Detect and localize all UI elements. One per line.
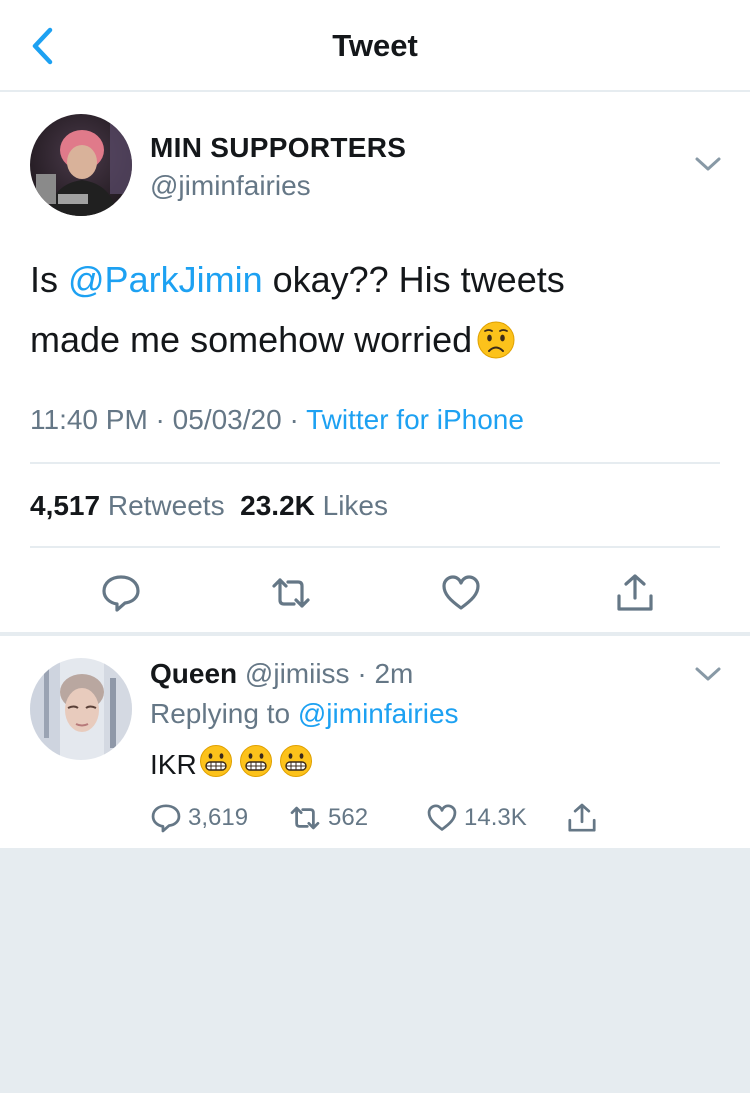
- top-nav-bar: Tweet: [0, 0, 750, 92]
- tweet-text-segment: Is: [30, 259, 69, 300]
- tweet-detail-screen: Tweet MIN SUPPORTERS @jiminfairies Is @P…: [0, 0, 750, 1093]
- retweets-stat[interactable]: 4,517 Retweets: [30, 490, 225, 521]
- tweet-source-link[interactable]: Twitter for iPhone: [306, 404, 524, 435]
- divider: [30, 462, 720, 464]
- grimacing-face-emoji: [199, 744, 233, 785]
- mention-link[interactable]: @jiminfairies: [298, 698, 459, 729]
- meta-separator: ·: [349, 658, 375, 689]
- share-button[interactable]: [614, 572, 656, 614]
- reply-count: 3,619: [188, 804, 249, 831]
- retweet-icon: [290, 806, 320, 830]
- more-options-button[interactable]: [692, 152, 724, 176]
- chevron-down-icon: [695, 157, 721, 171]
- avatar-photo: [30, 114, 132, 216]
- reply-header: Queen @jimiiss · 2m: [150, 658, 413, 690]
- avatar-photo: [30, 658, 132, 760]
- reply-actions: 3,619 562 14.3K: [0, 802, 750, 838]
- page-title: Tweet: [332, 28, 418, 63]
- reply-share-button[interactable]: [566, 802, 598, 834]
- likes-count: 23.2K: [240, 490, 315, 521]
- reply-tweet[interactable]: Queen @jimiiss · 2m Replying to @jiminfa…: [0, 636, 750, 850]
- divider: [30, 546, 720, 548]
- like-icon: [427, 804, 457, 831]
- replying-to: Replying to @jiminfairies: [150, 698, 459, 730]
- main-tweet: MIN SUPPORTERS @jiminfairies Is @ParkJim…: [0, 92, 750, 634]
- like-button[interactable]: [440, 572, 482, 614]
- worried-face-emoji: [476, 318, 516, 378]
- tweet-meta: 11:40 PM · 05/03/20 · Twitter for iPhone: [30, 404, 524, 436]
- reply-handle[interactable]: @jimiiss: [245, 658, 350, 689]
- share-icon: [568, 803, 596, 832]
- reply-button[interactable]: [100, 572, 142, 614]
- retweets-count: 4,517: [30, 490, 101, 521]
- likes-stat[interactable]: 23.2K Likes: [240, 490, 388, 521]
- user-handle[interactable]: @jiminfairies: [150, 170, 311, 202]
- tweet-text-segment: okay?? His tweets: [262, 259, 565, 300]
- avatar[interactable]: [30, 114, 132, 216]
- retweet-count: 562: [328, 804, 369, 831]
- reply-display-name[interactable]: Queen: [150, 658, 237, 689]
- reply-icon: [151, 804, 181, 833]
- replying-prefix: Replying to: [150, 698, 298, 729]
- reply-like-button[interactable]: 14.3K: [426, 802, 527, 834]
- reply-reply-button[interactable]: 3,619: [150, 802, 248, 834]
- reply-retweet-button[interactable]: 562: [288, 802, 368, 834]
- reply-icon: [102, 575, 140, 612]
- mention-link[interactable]: @ParkJimin: [68, 259, 263, 300]
- tweet-date: 05/03/20: [172, 404, 282, 435]
- display-name[interactable]: MIN SUPPORTERS: [150, 132, 406, 164]
- avatar[interactable]: [30, 658, 132, 760]
- reply-time: 2m: [374, 658, 414, 689]
- likes-label: Likes: [322, 490, 389, 521]
- tweet-text-segment: made me somehow worried: [30, 319, 473, 360]
- tweet-stats: 4,517 Retweets 23.2K Likes: [30, 490, 388, 522]
- like-count: 14.3K: [464, 804, 527, 831]
- tweet-time: 11:40 PM: [30, 404, 148, 435]
- grimacing-face-emoji: [279, 744, 313, 785]
- reply-text: IKR: [150, 744, 313, 785]
- grimacing-face-emoji: [239, 744, 273, 785]
- chevron-down-icon: [695, 667, 721, 681]
- retweet-button[interactable]: [270, 572, 312, 614]
- meta-separator: ·: [147, 404, 173, 435]
- share-icon: [617, 574, 653, 611]
- retweet-icon: [272, 578, 310, 608]
- tweet-text: Is @ParkJimin okay?? His tweets made me …: [30, 250, 710, 378]
- meta-separator: ·: [281, 404, 307, 435]
- retweets-label: Retweets: [107, 490, 225, 521]
- like-icon: [442, 575, 480, 610]
- reply-text-content: IKR: [150, 748, 197, 780]
- more-options-button[interactable]: [692, 662, 724, 686]
